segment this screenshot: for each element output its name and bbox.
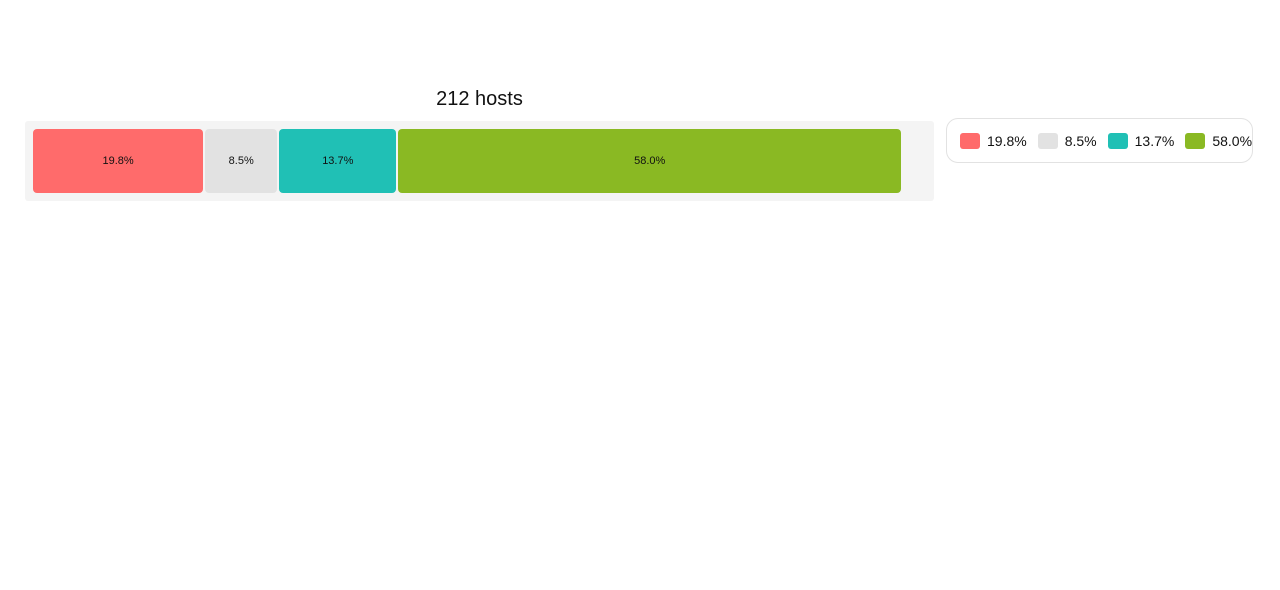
bar-segment[interactable]: 8.5% bbox=[205, 129, 278, 193]
legend-item[interactable]: 19.8% bbox=[960, 132, 1027, 149]
stacked-bar-chart: 212 hosts 19.8% 8.5% 13.7% 58.0% 19.8% 8.5% 1… bbox=[0, 0, 1280, 590]
legend-swatch bbox=[1107, 132, 1128, 149]
bar-area: 19.8% 8.5% 13.7% 58.0% bbox=[33, 129, 903, 193]
bar-segment-label: 13.7% bbox=[322, 155, 354, 167]
legend-item[interactable]: 8.5% bbox=[1037, 132, 1097, 149]
legend-swatch bbox=[960, 132, 980, 149]
legend-label: 19.8% bbox=[987, 132, 1027, 149]
legend-item[interactable]: 58.0% bbox=[1185, 132, 1253, 149]
legend-label: 8.5% bbox=[1064, 132, 1097, 149]
bar-segment-label: 8.5% bbox=[228, 155, 254, 167]
bar-segment[interactable]: 58.0% bbox=[398, 129, 901, 193]
legend-label: 58.0% bbox=[1212, 132, 1253, 149]
bar-segment[interactable]: 13.7% bbox=[279, 129, 397, 193]
legend-label: 13.7% bbox=[1134, 132, 1175, 149]
bar-segment[interactable]: 19.8% bbox=[33, 129, 204, 193]
legend-item[interactable]: 13.7% bbox=[1107, 132, 1175, 149]
bar-segment-label: 58.0% bbox=[634, 155, 666, 167]
chart-title: 212 hosts bbox=[436, 88, 523, 110]
legend-swatch bbox=[1185, 132, 1206, 149]
legend-swatch bbox=[1037, 132, 1058, 149]
bar-segment-label: 19.8% bbox=[102, 155, 134, 167]
bar-track: 19.8% 8.5% 13.7% 58.0% bbox=[25, 121, 934, 201]
legend: 19.8% 8.5% 13.7% 58.0% bbox=[946, 118, 1253, 163]
